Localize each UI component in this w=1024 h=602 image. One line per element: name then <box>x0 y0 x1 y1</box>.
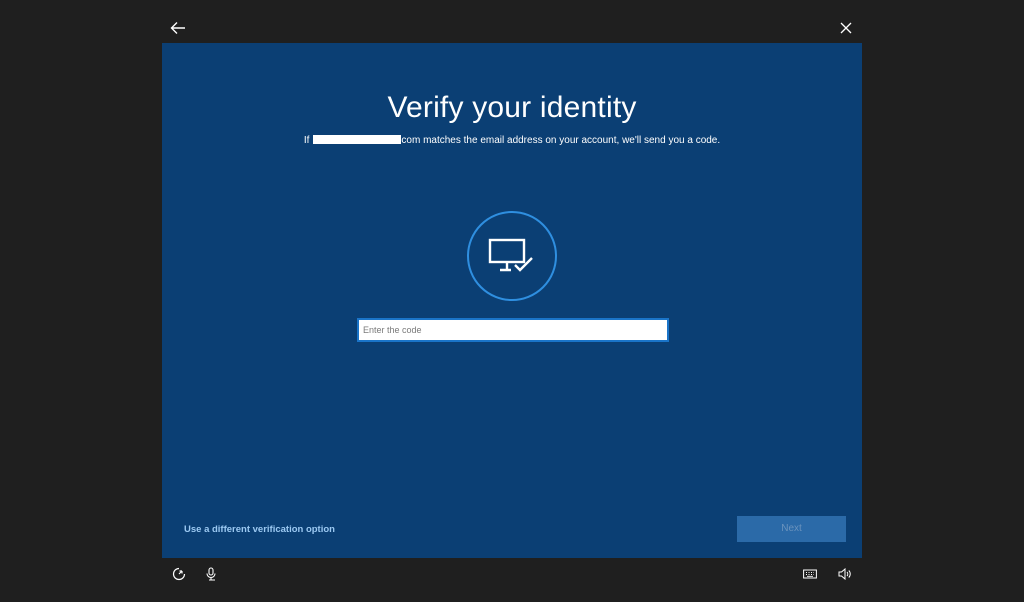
subtitle-suffix: com matches the email address on your ac… <box>401 135 720 146</box>
arrow-left-icon <box>170 21 186 35</box>
ease-of-access-button[interactable] <box>170 565 188 583</box>
back-button[interactable] <box>166 16 190 40</box>
microphone-button[interactable] <box>202 565 220 583</box>
ease-of-access-icon <box>172 567 186 581</box>
verify-panel: Verify your identity If com matches the e… <box>162 43 862 558</box>
code-input[interactable] <box>357 318 669 342</box>
volume-icon <box>838 568 852 580</box>
keyboard-icon <box>803 569 817 579</box>
keyboard-button[interactable] <box>801 565 819 583</box>
page-title: Verify your identity <box>162 91 862 125</box>
different-verification-link[interactable]: Use a different verification option <box>184 524 335 535</box>
device-icon-circle <box>467 211 557 301</box>
close-icon <box>840 22 852 34</box>
next-button[interactable]: Next <box>737 516 846 542</box>
close-button[interactable] <box>834 16 858 40</box>
oobe-screen: Verify your identity If com matches the e… <box>0 0 1024 602</box>
redacted-email <box>313 135 401 144</box>
microphone-icon <box>204 567 218 581</box>
monitor-check-icon <box>487 236 537 276</box>
subtitle: If com matches the email address on your … <box>162 135 862 146</box>
subtitle-prefix: If <box>304 135 310 146</box>
volume-button[interactable] <box>836 565 854 583</box>
